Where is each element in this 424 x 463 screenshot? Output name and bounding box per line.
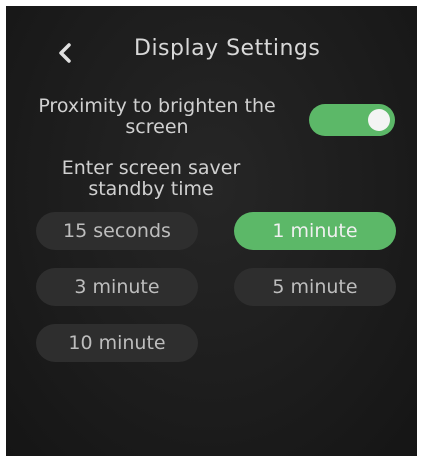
header: Display Settings bbox=[6, 34, 417, 74]
display-settings-screen: Display Settings Proximity to brighten t… bbox=[6, 6, 417, 456]
option-10-minute[interactable]: 10 minute bbox=[36, 324, 198, 362]
option-3-minute[interactable]: 3 minute bbox=[36, 268, 198, 306]
option-5-minute[interactable]: 5 minute bbox=[234, 268, 396, 306]
toggle-knob bbox=[368, 109, 390, 131]
screen-saver-label: Enter screen saver standby time bbox=[61, 157, 241, 200]
proximity-label: Proximity to brighten the screen bbox=[38, 95, 276, 138]
option-1-minute[interactable]: 1 minute bbox=[234, 212, 396, 250]
proximity-toggle[interactable] bbox=[309, 104, 395, 136]
chevron-left-icon[interactable] bbox=[50, 38, 80, 68]
option-15-seconds[interactable]: 15 seconds bbox=[36, 212, 198, 250]
page-title: Display Settings bbox=[134, 36, 321, 61]
